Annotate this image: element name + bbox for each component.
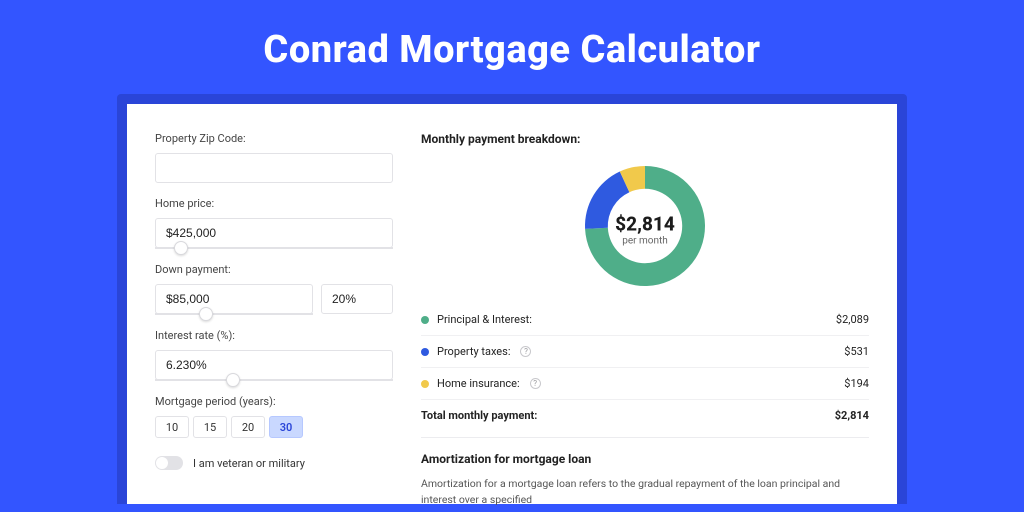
calculator-card: Property Zip Code: Home price: Down paym… — [127, 104, 897, 504]
zip-label: Property Zip Code: — [155, 132, 393, 145]
home-price-label: Home price: — [155, 197, 393, 210]
ins-help-icon[interactable]: ? — [530, 378, 541, 389]
amort-title: Amortization for mortgage loan — [421, 452, 869, 466]
interest-slider[interactable] — [155, 379, 393, 381]
dot-tax-icon — [421, 348, 429, 356]
interest-input[interactable] — [155, 350, 393, 380]
dot-ins-icon — [421, 380, 429, 388]
down-payment-label: Down payment: — [155, 263, 393, 276]
ins-value: $194 — [844, 377, 869, 390]
interest-label: Interest rate (%): — [155, 329, 393, 342]
donut-amount: $2,814 — [615, 212, 675, 235]
field-period: Mortgage period (years): 10 15 20 30 — [155, 395, 393, 438]
tax-value: $531 — [844, 345, 869, 358]
row-ins: Home insurance: ? $194 — [421, 368, 869, 400]
total-value: $2,814 — [835, 409, 869, 422]
card-shadow: Property Zip Code: Home price: Down paym… — [117, 94, 907, 504]
pi-label: Principal & Interest: — [437, 313, 532, 326]
donut-sub: per month — [615, 235, 675, 246]
dot-pi-icon — [421, 316, 429, 324]
home-price-input[interactable] — [155, 218, 393, 248]
row-tax: Property taxes: ? $531 — [421, 336, 869, 368]
field-home-price: Home price: — [155, 197, 393, 249]
veteran-label: I am veteran or military — [193, 457, 305, 470]
zip-input[interactable] — [155, 153, 393, 183]
veteran-toggle[interactable] — [155, 456, 183, 470]
pi-value: $2,089 — [836, 313, 869, 326]
period-label: Mortgage period (years): — [155, 395, 393, 408]
donut-center: $2,814 per month — [615, 212, 675, 246]
donut-chart: $2,814 per month — [421, 158, 869, 304]
row-pi: Principal & Interest: $2,089 — [421, 304, 869, 336]
period-15-button[interactable]: 15 — [193, 416, 227, 438]
total-label: Total monthly payment: — [421, 409, 537, 422]
row-total: Total monthly payment: $2,814 — [421, 400, 869, 431]
breakdown-title: Monthly payment breakdown: — [421, 132, 869, 146]
period-30-button[interactable]: 30 — [269, 416, 303, 438]
breakdown-rows: Principal & Interest: $2,089 Property ta… — [421, 304, 869, 431]
down-payment-input[interactable] — [155, 284, 313, 314]
field-zip: Property Zip Code: — [155, 132, 393, 183]
home-price-slider[interactable] — [155, 247, 393, 249]
field-down-payment: Down payment: — [155, 263, 393, 315]
period-20-button[interactable]: 20 — [231, 416, 265, 438]
interest-slider-thumb[interactable] — [226, 373, 240, 387]
amort-text: Amortization for a mortgage loan refers … — [421, 476, 869, 508]
tax-help-icon[interactable]: ? — [520, 346, 531, 357]
field-interest: Interest rate (%): — [155, 329, 393, 381]
divider — [421, 437, 869, 438]
page-title: Conrad Mortgage Calculator — [0, 0, 1024, 94]
breakdown-panel: Monthly payment breakdown: $2,814 per mo… — [421, 132, 869, 504]
veteran-row: I am veteran or military — [155, 456, 393, 470]
ins-label: Home insurance: — [437, 377, 520, 390]
down-payment-pct-input[interactable] — [321, 284, 393, 314]
home-price-slider-thumb[interactable] — [174, 241, 188, 255]
form-panel: Property Zip Code: Home price: Down paym… — [155, 132, 393, 504]
period-10-button[interactable]: 10 — [155, 416, 189, 438]
down-payment-slider[interactable] — [155, 313, 313, 315]
tax-label: Property taxes: — [437, 345, 510, 358]
down-payment-slider-thumb[interactable] — [199, 307, 213, 321]
